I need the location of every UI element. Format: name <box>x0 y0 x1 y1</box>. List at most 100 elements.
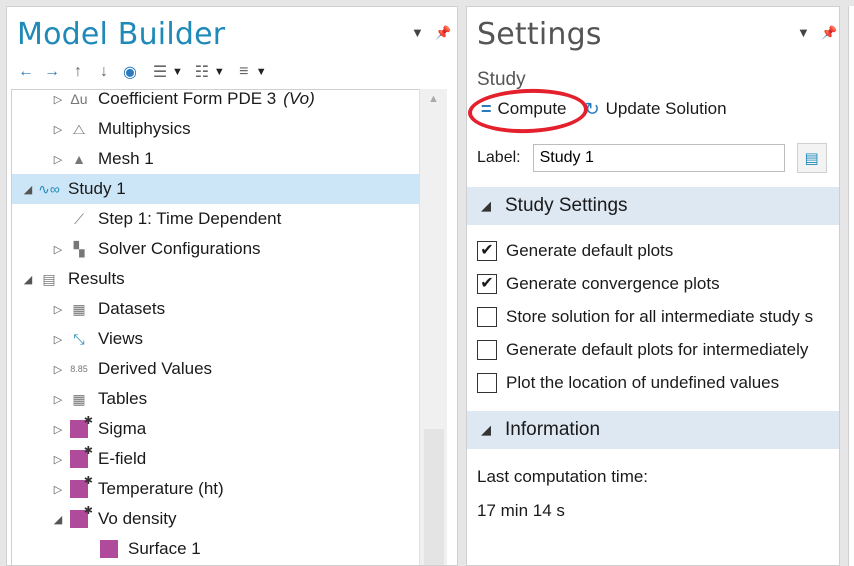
tree-item-label: Mesh 1 <box>98 149 154 168</box>
compute-label: Compute <box>497 99 567 118</box>
move-down-icon[interactable]: ↓ <box>93 61 115 83</box>
collapse-sections-icon: ☷ <box>194 64 210 81</box>
back-arrow-icon[interactable]: ← <box>15 61 37 83</box>
chevron-down-icon: ▼ <box>172 66 183 78</box>
multiphysics-icon: ⧍ <box>72 120 86 137</box>
plot-group-icon: ✱ <box>66 505 93 530</box>
plot-group-icon: ✱ <box>66 475 93 500</box>
derived-values-icon: 8.85 <box>70 364 88 374</box>
expand-arrow-icon[interactable]: ▷ <box>50 333 66 346</box>
forward-arrow-icon[interactable]: → <box>41 61 63 83</box>
expand-arrow-icon[interactable]: ▷ <box>50 453 66 466</box>
expand-arrow-icon[interactable]: ▷ <box>50 393 66 406</box>
datasets-icon: ▦ <box>72 300 86 317</box>
study-setting-option[interactable]: ✔ Generate default plots <box>477 239 673 263</box>
checkbox-unchecked[interactable] <box>477 307 497 327</box>
expand-menu-button[interactable]: ☰ ▼ <box>149 61 183 83</box>
settings-panel: Settings ▼ 📌 Study = Compute ↻ Update So… <box>466 6 840 566</box>
option-label: Generate default plots <box>506 241 674 260</box>
tree-item-label: Temperature (ht) <box>98 479 224 498</box>
tree-item-label: Coefficient Form PDE 3 <box>98 89 277 108</box>
adjacent-panel-edge <box>848 6 854 566</box>
expand-arrow-icon[interactable]: ▷ <box>50 93 66 106</box>
tree-item-label: Vo density <box>98 509 177 528</box>
study-icon: ∿∞ <box>38 180 60 197</box>
study-setting-option[interactable]: Plot the location of undefined values <box>477 371 779 395</box>
tree-row[interactable]: ▷ ▦ Tables <box>12 384 422 414</box>
label-edit-button[interactable]: ▤ <box>796 143 827 173</box>
study-setting-option[interactable]: ✔ Generate convergence plots <box>477 272 720 296</box>
tree-scrollbar[interactable]: ▲ <box>419 89 447 565</box>
tree-row[interactable]: ◢ ✱ Vo density <box>12 504 422 534</box>
option-label: Generate default plots for intermediatel… <box>506 340 809 359</box>
collapse-triangle-icon: ◢ <box>481 198 491 213</box>
expand-arrow-icon[interactable]: ▷ <box>50 303 66 316</box>
expand-arrow-icon[interactable]: ▷ <box>50 363 66 376</box>
panel-menu-icon[interactable]: ▼ <box>411 25 424 40</box>
show-icon[interactable]: ◉ <box>119 61 141 83</box>
mesh-icon: ▲ <box>72 151 86 167</box>
checkbox-unchecked[interactable] <box>477 340 497 360</box>
scroll-up-icon[interactable]: ▲ <box>428 93 439 105</box>
model-builder-toolbar: ← → ↑ ↓ ◉ ☰ ▼ ☷ ▼ ≡ ▼ <box>15 61 267 83</box>
tree-row[interactable]: ▷ ✱ Temperature (ht) <box>12 474 422 504</box>
chevron-down-icon: ▼ <box>213 66 225 78</box>
label-input[interactable] <box>532 144 785 172</box>
update-solution-button[interactable]: ↻ Update Solution <box>585 99 727 120</box>
results-icon: ▤ <box>42 270 56 287</box>
tree-item-label: Step 1: Time Dependent <box>98 209 282 228</box>
tree-row[interactable]: ▷ ▚ Solver Configurations <box>12 234 422 264</box>
model-tree: ▷ Δu Coefficient Form PDE 3 (Vo) ▷ ⧍ Multiphys… <box>11 89 423 565</box>
expand-arrow-icon[interactable]: ▷ <box>50 483 66 496</box>
study-setting-option[interactable]: Generate default plots for intermediatel… <box>477 338 808 362</box>
tree-item-label: Derived Values <box>98 359 213 378</box>
collapse-arrow-icon[interactable]: ◢ <box>50 513 66 526</box>
view-options-button[interactable]: ≡ ▼ <box>233 61 267 83</box>
collapse-menu-button[interactable]: ☷ ▼ <box>191 61 225 83</box>
study-settings-header: Study Settings <box>505 195 628 216</box>
tree-item-label: Surface 1 <box>128 539 201 558</box>
study-setting-option[interactable]: Store solution for all intermediate stud… <box>477 305 813 329</box>
checkbox-unchecked[interactable] <box>477 373 497 393</box>
tree-row[interactable]: ▷ ▦ Datasets <box>12 294 422 324</box>
checkbox-checked[interactable]: ✔ <box>477 274 497 294</box>
tree-row[interactable]: ▷ ✱ E-field <box>12 444 422 474</box>
pin-icon[interactable]: 📌 <box>821 25 837 41</box>
label-caption: Label: <box>477 149 521 166</box>
option-label: Generate convergence plots <box>506 274 720 293</box>
tree-row[interactable]: ⟋ Step 1: Time Dependent <box>12 204 422 234</box>
move-up-icon[interactable]: ↑ <box>67 61 89 83</box>
tree-row[interactable]: ▷ ⤡ Views <box>12 324 422 354</box>
collapse-arrow-icon[interactable]: ◢ <box>20 183 36 196</box>
pin-icon[interactable]: 📌 <box>435 25 451 41</box>
tables-icon: ▦ <box>72 390 86 407</box>
expand-arrow-icon[interactable]: ▷ <box>50 123 66 136</box>
tree-row[interactable]: ▷ Δu Coefficient Form PDE 3 (Vo) <box>12 89 422 114</box>
information-section-header[interactable]: ◢ Information <box>467 411 839 449</box>
tree-item-suffix: (Vo) <box>283 89 315 108</box>
scroll-thumb[interactable] <box>424 429 444 565</box>
expand-arrow-icon[interactable]: ▷ <box>50 243 66 256</box>
tree-item-label: Sigma <box>98 419 147 438</box>
tree-row[interactable]: ▷ ▲ Mesh 1 <box>12 144 422 174</box>
tree-row[interactable]: ▷ ⧍ Multiphysics <box>12 114 422 144</box>
model-builder-title: Model Builder <box>17 17 226 52</box>
tree-item-label: Results <box>68 269 125 288</box>
collapse-arrow-icon[interactable]: ◢ <box>20 273 36 286</box>
tree-row[interactable]: ▷ ✱ Sigma <box>12 414 422 444</box>
panel-menu-icon[interactable]: ▼ <box>797 25 810 40</box>
refresh-icon: ↻ <box>584 98 600 119</box>
tree-row[interactable]: ◢ ▤ Results <box>12 264 422 294</box>
tree-row[interactable]: ◢ ∿∞ Study 1 <box>12 174 422 204</box>
tree-item-label: Multiphysics <box>98 119 191 138</box>
study-settings-section-header[interactable]: ◢ Study Settings <box>467 187 839 225</box>
checkbox-checked[interactable]: ✔ <box>477 241 497 261</box>
option-label: Store solution for all intermediate stud… <box>506 307 814 326</box>
tree-row[interactable]: ▷ 8.85 Derived Values <box>12 354 422 384</box>
expand-arrow-icon[interactable]: ▷ <box>50 423 66 436</box>
tree-row[interactable]: Surface 1 <box>12 534 422 564</box>
model-builder-panel: Model Builder ▼ 📌 ← → ↑ ↓ ◉ ☰ ▼ ☷ ▼ ≡ ▼ ▷ Δu… <box>6 6 458 566</box>
expand-arrow-icon[interactable]: ▷ <box>50 153 66 166</box>
time-dependent-icon: ⟋ <box>74 210 84 227</box>
compute-button[interactable]: = Compute <box>467 86 589 135</box>
